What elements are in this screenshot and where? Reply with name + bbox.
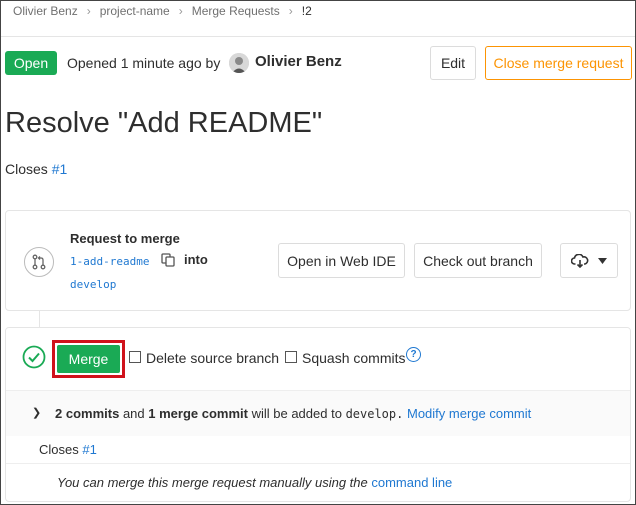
manual-merge-prefix: You can merge this merge request manuall… xyxy=(57,475,368,490)
target-branch-link[interactable]: develop xyxy=(70,278,116,291)
breadcrumb-item-mr[interactable]: !2 xyxy=(302,4,312,18)
opened-text: Opened 1 minute ago by xyxy=(67,55,221,71)
manual-merge-text: You can merge this merge request manuall… xyxy=(57,475,452,490)
merge-request-icon xyxy=(24,247,54,277)
commits-count: 2 commits xyxy=(55,406,120,421)
breadcrumb-separator: › xyxy=(288,4,293,18)
issue-link[interactable]: #1 xyxy=(82,442,96,457)
merge-closes-line: Closes #1 xyxy=(39,442,97,457)
commits-summary-row[interactable]: ❯ 2 commits and 1 merge commit will be a… xyxy=(6,390,630,436)
page-title: Resolve "Add README" xyxy=(5,107,323,139)
help-icon[interactable]: ? xyxy=(406,347,421,362)
breadcrumb-item-user[interactable]: Olivier Benz xyxy=(13,4,78,18)
edit-button[interactable]: Edit xyxy=(430,46,476,80)
widget-connector xyxy=(39,311,40,327)
chevron-right-icon[interactable]: ❯ xyxy=(32,406,41,419)
breadcrumb-separator: › xyxy=(178,4,183,18)
breadcrumb-divider xyxy=(1,36,635,37)
squash-commits-checkbox[interactable] xyxy=(285,351,297,363)
and-text: and xyxy=(122,406,145,421)
download-dropdown-button[interactable] xyxy=(560,243,618,278)
merge-actions-row: Merge Delete source branch Squash commit… xyxy=(6,328,630,390)
open-in-web-ide-button[interactable]: Open in Web IDE xyxy=(278,243,405,278)
copy-icon[interactable] xyxy=(161,253,175,272)
manual-merge-row: You can merge this merge request manuall… xyxy=(6,463,630,501)
check-out-branch-button[interactable]: Check out branch xyxy=(414,243,542,278)
close-merge-request-button[interactable]: Close merge request xyxy=(485,46,632,80)
avatar[interactable] xyxy=(229,53,249,73)
description-closes: Closes #1 xyxy=(5,161,67,177)
merge-request-widget: Request to merge 1-add-readme into devel… xyxy=(5,210,631,311)
target-branch-name: develop. xyxy=(345,407,404,421)
source-branch-link[interactable]: 1-add-readme xyxy=(70,255,149,268)
issue-link[interactable]: #1 xyxy=(52,161,68,177)
request-to-merge-label: Request to merge xyxy=(70,231,180,246)
delete-source-branch-checkbox[interactable] xyxy=(129,351,141,363)
merge-commit-count: 1 merge commit xyxy=(148,406,248,421)
avatar-icon xyxy=(229,53,249,73)
app-window: Olivier Benz › project-name › Merge Requ… xyxy=(0,0,636,505)
author-name[interactable]: Olivier Benz xyxy=(255,53,342,70)
merge-button[interactable]: Merge xyxy=(57,345,120,373)
check-circle-icon xyxy=(22,345,46,369)
closes-prefix: Closes xyxy=(39,442,79,457)
breadcrumb-item-project[interactable]: project-name xyxy=(100,4,170,18)
status-badge: Open xyxy=(5,51,57,75)
breadcrumb-item-merge-requests[interactable]: Merge Requests xyxy=(192,4,280,18)
into-label: into xyxy=(184,252,208,267)
command-line-link[interactable]: command line xyxy=(371,475,452,490)
chevron-down-icon xyxy=(598,257,607,264)
squash-commits-label[interactable]: Squash commits xyxy=(302,350,405,366)
commits-summary: 2 commits and 1 merge commit will be add… xyxy=(55,406,531,421)
breadcrumb: Olivier Benz › project-name › Merge Requ… xyxy=(13,4,312,18)
will-be-added-text: will be added to xyxy=(251,406,342,421)
breadcrumb-separator: › xyxy=(86,4,91,18)
closes-prefix: Closes xyxy=(5,161,48,177)
download-icon xyxy=(571,253,589,268)
delete-source-branch-label[interactable]: Delete source branch xyxy=(146,350,279,366)
modify-merge-commit-link[interactable]: Modify merge commit xyxy=(407,406,531,421)
merge-panel: Merge Delete source branch Squash commit… xyxy=(5,327,631,502)
